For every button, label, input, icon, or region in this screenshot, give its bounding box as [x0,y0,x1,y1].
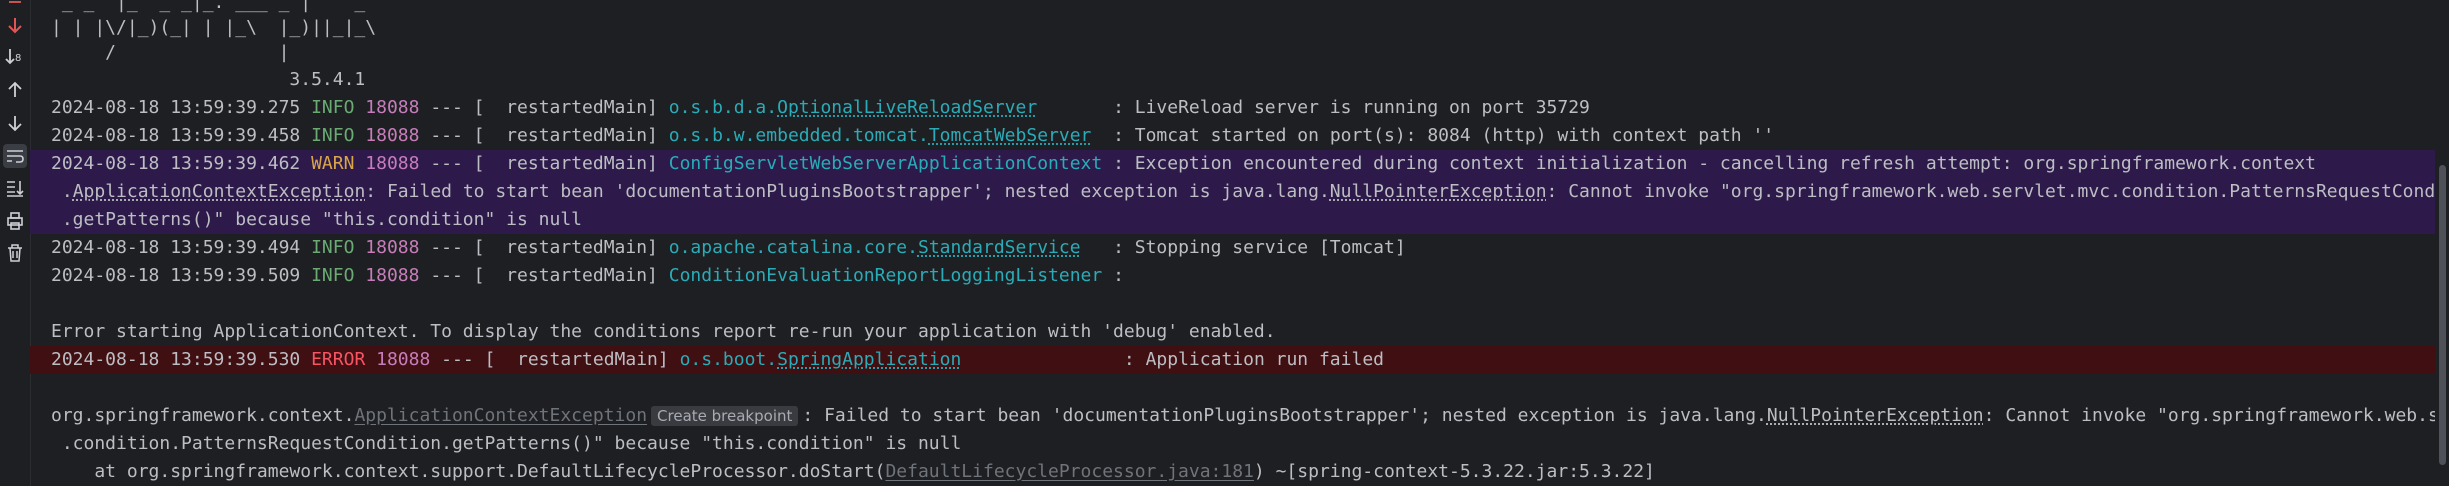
console-toolbar: 8 [0,0,31,486]
logger-link[interactable]: TomcatWebServer [929,125,1092,146]
log-pid: 18088 [365,153,420,174]
log-line-error: 2024-08-18 13:59:39.530 ERROR 18088 --- … [30,346,2435,374]
logger-link[interactable]: StandardService [918,237,1081,258]
run-console-window: 8 _ _ |_ _ _|_. ___ _ | _ | | |\/|_)(_| … [0,0,2449,486]
down-arrow-icon[interactable] [3,111,27,135]
trace-text: : Failed to start bean 'documentationPlu… [802,405,1767,426]
log-level: ERROR [311,349,366,370]
warn-text: . [51,181,73,202]
trace-text: at org.springframework.context.support.D… [51,461,886,482]
sort-icon[interactable]: 8 [3,45,27,69]
trace-text: org.springframework.context. [51,405,355,426]
log-level: WARN [311,153,355,174]
log-thread: --- [ restartedMain] [419,125,669,146]
log-line: 2024-08-18 13:59:39.458 INFO 18088 --- [… [30,122,2435,150]
log-message: : Application run failed [1123,349,1384,370]
console-output[interactable]: _ _ |_ _ _|_. ___ _ | _ | | |\/|_)(_| | … [30,0,2435,486]
stacktrace-line: org.springframework.context.ApplicationC… [30,402,2435,430]
log-message: : Exception encountered during context i… [1113,153,2316,174]
log-thread: --- [ restartedMain] [419,153,669,174]
create-breakpoint-tooltip[interactable]: Create breakpoint [651,406,799,426]
banner-line: / | [51,42,290,63]
warn-text: : Cannot invoke "org.springframework.web… [1546,181,2435,202]
log-thread: --- [ restartedMain] [430,349,680,370]
log-line-warn-cont: .ApplicationContextException: Failed to … [30,178,2435,206]
log-logger: ConditionEvaluationReportLoggingListener [668,265,1103,286]
trace-text: ) ~[spring-context-5.3.22.jar:5.3.22] [1253,461,1655,482]
logger-link[interactable]: SpringApplication [777,349,961,370]
source-file-link[interactable]: DefaultLifecycleProcessor.java:181 [885,461,1253,482]
up-arrow-icon[interactable] [3,78,27,102]
log-timestamp: 2024-08-18 13:59:39.494 [51,237,301,258]
exception-link[interactable]: NullPointerException [1767,405,1984,426]
banner-version: 3.5.4.1 [51,69,366,90]
log-thread: --- [ restartedMain] [419,265,669,286]
log-thread: --- [ restartedMain] [419,237,669,258]
print-icon[interactable] [3,209,27,233]
log-pad [1102,265,1113,286]
log-message: : LiveReload server is running on port 3… [1113,97,1590,118]
exception-link[interactable]: ApplicationContextException [73,181,366,202]
warn-text: : Failed to start bean 'documentationPlu… [365,181,1330,202]
log-timestamp: 2024-08-18 13:59:39.509 [51,265,301,286]
log-message: : [1113,265,1124,286]
log-level: INFO [311,265,355,286]
log-line-warn-cont: .getPatterns()" because "this.condition"… [30,206,2435,234]
log-timestamp: 2024-08-18 13:59:39.275 [51,97,301,118]
log-thread: --- [ restartedMain] [419,97,669,118]
log-pid: 18088 [365,237,420,258]
log-pid: 18088 [365,125,420,146]
log-logger: o.s.boot. [679,349,778,370]
stacktrace-line: .condition.PatternsRequestCondition.getP… [51,433,962,454]
log-logger: o.s.b.d.a. [668,97,778,118]
log-pid: 18088 [376,349,431,370]
logger-link[interactable]: OptionalLiveReloadServer [777,97,1037,118]
log-timestamp: 2024-08-18 13:59:39.530 [51,349,301,370]
stacktrace-line: at org.springframework.context.support.D… [30,458,2435,486]
log-pad [961,349,1124,370]
log-line-warn: 2024-08-18 13:59:39.462 WARN 18088 --- [… [30,150,2435,178]
exception-link[interactable]: ApplicationContextException [354,405,647,426]
log-pad [1081,237,1114,258]
log-line: 2024-08-18 13:59:39.275 INFO 18088 --- [… [30,94,2435,122]
log-logger: ConfigServletWebServerApplicationContext [668,153,1103,174]
scrollbar-thumb[interactable] [2439,165,2446,465]
log-message: : Stopping service [Tomcat] [1113,237,1406,258]
log-logger: o.apache.catalina.core. [668,237,918,258]
trace-text: : Cannot invoke "org.springframework.web… [1983,405,2435,426]
error-starting-message: Error starting ApplicationContext. To di… [51,321,1276,342]
log-level: INFO [311,97,355,118]
scroll-to-end-icon[interactable] [3,176,27,200]
log-pad [1102,153,1113,174]
log-line: 2024-08-18 13:59:39.509 INFO 18088 --- [… [30,262,2435,290]
banner-line: | | |\/|_)(_| | |_\ |_)||_|_\ [51,17,377,38]
log-pad [1091,125,1113,146]
log-pid: 18088 [365,97,420,118]
log-timestamp: 2024-08-18 13:59:39.458 [51,125,301,146]
soft-wrap-icon[interactable] [3,144,27,168]
log-line: 2024-08-18 13:59:39.494 INFO 18088 --- [… [30,234,2435,262]
log-pad [1037,97,1113,118]
exception-link[interactable]: NullPointerException [1330,181,1547,202]
log-message: : Tomcat started on port(s): 8084 (http)… [1113,125,1775,146]
log-pid: 18088 [365,265,420,286]
rerun-arrow-icon[interactable] [3,14,27,38]
log-level: INFO [311,237,355,258]
log-logger: o.s.b.w.embedded.tomcat. [668,125,929,146]
trash-icon[interactable] [3,241,27,265]
log-level: INFO [311,125,355,146]
vertical-scrollbar[interactable] [2435,0,2449,486]
log-timestamp: 2024-08-18 13:59:39.462 [51,153,301,174]
svg-text:8: 8 [15,53,21,64]
